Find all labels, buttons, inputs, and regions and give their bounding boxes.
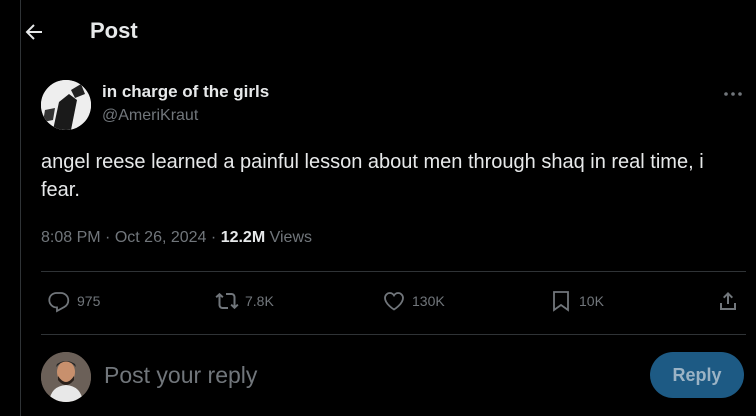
divider: [41, 334, 746, 335]
reply-icon: [48, 292, 70, 313]
meta-separator: ·: [105, 229, 111, 246]
views-label: Views: [269, 229, 312, 246]
share-icon: [720, 292, 736, 310]
more-icon[interactable]: [722, 86, 744, 102]
repost-action[interactable]: 7.8K: [215, 287, 274, 315]
back-arrow-icon[interactable]: [22, 20, 46, 44]
bookmark-count: 10K: [579, 293, 604, 309]
bookmark-action[interactable]: 10K: [549, 287, 604, 315]
like-count: 130K: [412, 293, 445, 309]
reply-button[interactable]: Reply: [650, 352, 744, 398]
reply-action[interactable]: 975: [47, 287, 100, 315]
post-meta: 8:08 PM · Oct 26, 2024 · 12.2M Views: [41, 229, 312, 247]
reply-count: 975: [77, 293, 101, 309]
bookmark-icon: [553, 291, 569, 312]
like-action[interactable]: 130K: [382, 287, 445, 315]
user-avatar[interactable]: [41, 352, 91, 402]
post-date[interactable]: Oct 26, 2024: [115, 229, 207, 246]
like-icon: [384, 292, 404, 311]
author-handle[interactable]: @AmeriKraut: [102, 107, 198, 125]
author-name[interactable]: in charge of the girls: [102, 82, 269, 102]
divider: [41, 271, 746, 272]
post-time[interactable]: 8:08 PM: [41, 229, 101, 246]
views-count: 12.2M: [220, 229, 266, 246]
post-text: angel reese learned a painful lesson abo…: [41, 151, 704, 201]
repost-count: 7.8K: [245, 293, 274, 309]
meta-separator: ·: [210, 229, 217, 246]
repost-icon: [215, 292, 239, 310]
author-avatar[interactable]: [41, 80, 91, 130]
page-title: Post: [90, 18, 138, 43]
share-action[interactable]: [716, 287, 740, 315]
reply-input[interactable]: Post your reply: [104, 362, 257, 389]
